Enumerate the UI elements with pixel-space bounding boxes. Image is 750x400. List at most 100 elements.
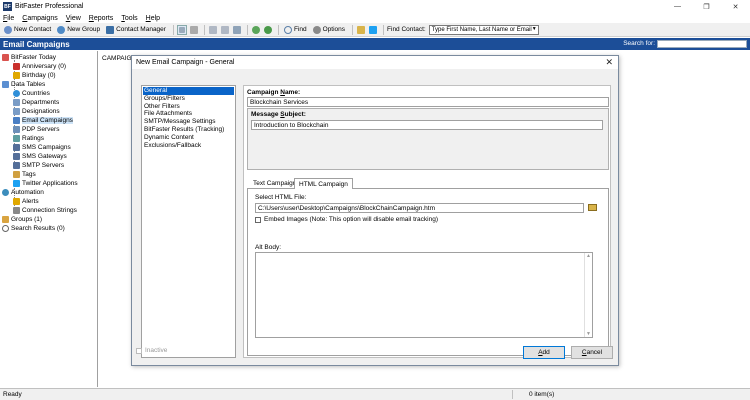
tree-item-data-tables[interactable]: Data Tables xyxy=(2,80,45,89)
tree-item-automation[interactable]: Automation xyxy=(2,188,44,197)
section-title: Email Campaigns xyxy=(3,39,70,49)
section-other-filters[interactable]: Other Filters xyxy=(143,103,234,111)
connection-icon xyxy=(13,207,20,214)
sync-button[interactable] xyxy=(263,25,273,35)
groups-icon xyxy=(2,216,9,223)
smtp-icon xyxy=(13,162,20,169)
section-groups-filters[interactable]: Groups/Filters xyxy=(143,95,234,103)
browse-file-button[interactable] xyxy=(587,203,597,212)
email-button[interactable] xyxy=(356,25,366,35)
export-icon xyxy=(232,25,241,34)
embed-images-option[interactable]: Embed Images (Note: This option will dis… xyxy=(255,216,438,223)
close-window-button[interactable]: ✕ xyxy=(721,0,750,13)
add-button[interactable]: Add xyxy=(523,346,565,359)
tree-item-sms-gateways[interactable]: SMS Gateways xyxy=(13,152,67,161)
campaign-name-label: Campaign Name: xyxy=(247,89,301,96)
menu-tools[interactable]: Tools xyxy=(121,15,137,22)
tab-html-campaign[interactable]: HTML Campaign xyxy=(294,178,353,189)
find-contact-combobox[interactable]: Type First Name, Last Name or Email ▼ xyxy=(428,24,539,35)
tree-item-bitfaster-today[interactable]: BitFaster Today xyxy=(2,53,56,62)
section-bitfaster-results[interactable]: BitFaster Results (Tracking) xyxy=(143,126,234,134)
delete-button[interactable] xyxy=(189,25,199,35)
menu-reports[interactable]: Reports xyxy=(89,15,114,22)
twitter-icon xyxy=(369,25,378,34)
menu-campaigns[interactable]: Campaigns xyxy=(22,15,57,22)
section-smtp-message-settings[interactable]: SMTP/Message Settings xyxy=(143,118,234,126)
dialog-title-bar: New Email Campaign - General ✕ xyxy=(132,56,618,69)
tree-item-smtp-servers[interactable]: SMTP Servers xyxy=(13,161,64,170)
export-button[interactable] xyxy=(232,25,242,35)
search-input[interactable] xyxy=(657,40,747,48)
alt-body-textarea[interactable]: ▲ ▼ xyxy=(255,252,593,338)
tree-item-anniversary[interactable]: Anniversary (0) xyxy=(13,62,66,71)
maximize-button[interactable]: ❐ xyxy=(692,0,721,13)
globe-icon xyxy=(13,90,20,97)
gateway-icon xyxy=(13,153,20,160)
tree-item-departments[interactable]: Departments xyxy=(13,98,59,107)
gear-icon xyxy=(2,189,9,196)
options-button[interactable]: Options xyxy=(311,24,347,36)
table-view-button[interactable] xyxy=(176,24,187,35)
tree-item-groups[interactable]: Groups (1) xyxy=(2,215,42,224)
menu-help[interactable]: Help xyxy=(146,15,160,22)
inactive-checkbox xyxy=(136,347,142,354)
tree-item-alerts[interactable]: Alerts xyxy=(13,197,39,206)
menu-bar: File Campaigns View Reports Tools Help xyxy=(0,13,750,23)
tree-item-connection-strings[interactable]: Connection Strings xyxy=(13,206,77,215)
alt-body-scrollbar[interactable]: ▲ ▼ xyxy=(584,253,592,337)
preview-icon xyxy=(220,25,229,34)
embed-images-checkbox[interactable] xyxy=(255,216,261,223)
general-settings-panel: Campaign Name: Blockchain Services Messa… xyxy=(243,85,611,358)
new-contact-icon xyxy=(4,25,12,34)
menu-file[interactable]: File xyxy=(3,15,14,22)
tree-item-countries[interactable]: Countries xyxy=(13,89,50,98)
tree-item-twitter-applications[interactable]: Twitter Applications xyxy=(13,179,78,188)
contact-manager-button[interactable]: Contact Manager xyxy=(104,24,168,36)
chevron-down-icon[interactable]: ▼ xyxy=(532,26,537,32)
html-file-path-input[interactable]: C:\Users\user\Desktop\Campaigns\BlockCha… xyxy=(255,203,584,213)
print-icon xyxy=(208,25,217,34)
anniversary-icon xyxy=(13,63,20,70)
delete-icon xyxy=(189,25,198,34)
tree-item-birthday[interactable]: Birthday (0) xyxy=(13,71,56,80)
toolbar-separator xyxy=(172,24,174,35)
alt-body-label: Alt Body: xyxy=(255,244,282,251)
status-bar: Ready 0 item(s) xyxy=(0,388,750,400)
message-subject-input[interactable]: Introduction to Blockchain xyxy=(251,120,603,130)
section-general[interactable]: General xyxy=(143,87,234,95)
title-bar: BF BitFaster Professional — ❐ ✕ xyxy=(0,0,750,13)
close-icon: ✕ xyxy=(732,3,739,11)
tree-item-ratings[interactable]: Ratings xyxy=(13,134,44,143)
new-group-button[interactable]: New Group xyxy=(55,24,102,36)
dialog-section-list: General Groups/Filters Other Filters Fil… xyxy=(141,85,236,358)
search-icon xyxy=(283,25,292,34)
campaign-name-input[interactable]: Blockchain Services xyxy=(247,97,609,107)
tree-item-designations[interactable]: Designations xyxy=(13,107,60,116)
section-exclusions-fallback[interactable]: Exclusions/Fallback xyxy=(143,142,234,150)
print-button[interactable] xyxy=(208,25,218,35)
tree-item-search-results[interactable]: Search Results (0) xyxy=(2,224,65,233)
tree-item-sms-campaigns[interactable]: SMS Campaigns xyxy=(13,143,71,152)
close-icon[interactable]: ✕ xyxy=(605,57,613,68)
tree-item-tags[interactable]: Tags xyxy=(13,170,36,179)
designations-icon xyxy=(13,108,20,115)
table-icon xyxy=(2,81,9,88)
sync-icon xyxy=(263,25,272,34)
find-button[interactable]: Find xyxy=(282,24,309,36)
email-icon xyxy=(357,25,366,34)
menu-view[interactable]: View xyxy=(66,15,81,22)
grid-icon xyxy=(178,26,185,33)
twitter-button[interactable] xyxy=(368,25,378,35)
preview-button[interactable] xyxy=(220,25,230,35)
section-dynamic-content[interactable]: Dynamic Content xyxy=(143,134,234,142)
minimize-button[interactable]: — xyxy=(663,0,692,13)
cancel-button[interactable]: Cancel xyxy=(571,346,613,359)
tree-item-email-campaigns[interactable]: Email Campaigns xyxy=(13,116,73,125)
search-label: Search for: xyxy=(623,40,655,47)
tree-item-pdp-servers[interactable]: PDP Servers xyxy=(13,125,59,134)
search-icon xyxy=(2,225,9,232)
minimize-icon: — xyxy=(674,3,681,10)
section-file-attachments[interactable]: File Attachments xyxy=(143,110,234,118)
new-contact-button[interactable]: New Contact xyxy=(2,24,53,36)
refresh-button[interactable] xyxy=(251,25,261,35)
